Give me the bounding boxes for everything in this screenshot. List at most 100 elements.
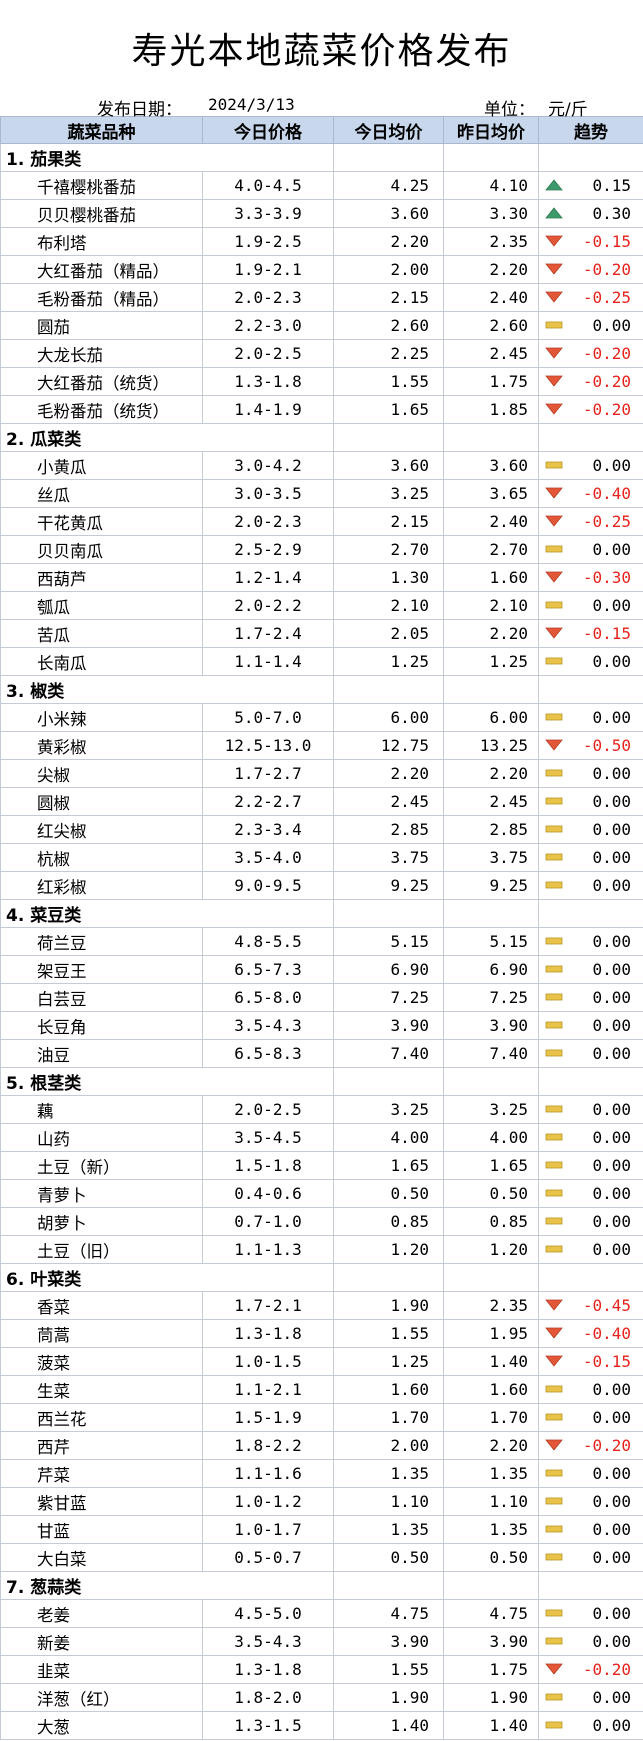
trend-change-value: 0.00 (592, 1604, 631, 1623)
trend-change-value: 0.00 (592, 792, 631, 811)
vegetable-name: 小黄瓜 (0, 451, 203, 480)
trend-cell: 0.00 (538, 1235, 643, 1264)
vegetable-name: 贝贝南瓜 (0, 535, 203, 564)
vegetable-name: 圆椒 (0, 787, 203, 816)
yesterday-average: 1.85 (443, 395, 539, 424)
trend-cell: 0.00 (538, 983, 643, 1012)
vegetable-name: 香菜 (0, 1291, 203, 1320)
today-average: 2.10 (333, 591, 444, 620)
trend-cell: -0.40 (538, 1319, 643, 1348)
yesterday-average: 2.45 (443, 339, 539, 368)
vegetable-name: 老姜 (0, 1599, 203, 1628)
trend-down-icon (545, 515, 563, 527)
header-row: 蔬菜品种 今日价格 今日均价 昨日均价 趋势 (0, 116, 643, 144)
vegetable-name: 胡萝卜 (0, 1207, 203, 1236)
trend-down-icon (545, 347, 563, 359)
header-variety: 蔬菜品种 (0, 116, 203, 144)
vegetable-name: 油豆 (0, 1039, 203, 1068)
today-average: 1.40 (333, 1711, 444, 1740)
yesterday-average: 13.25 (443, 731, 539, 760)
yesterday-average: 4.75 (443, 1599, 539, 1628)
today-price-range: 5.0-7.0 (202, 703, 334, 732)
trend-flat-icon (545, 965, 563, 973)
yesterday-average: 7.40 (443, 1039, 539, 1068)
today-price-range: 0.7-1.0 (202, 1207, 334, 1236)
today-price-range: 12.5-13.0 (202, 731, 334, 760)
today-average: 2.60 (333, 311, 444, 340)
trend-flat-icon (545, 1245, 563, 1253)
vegetable-name: 架豆王 (0, 955, 203, 984)
yesterday-average: 4.00 (443, 1123, 539, 1152)
category-cell-empty (443, 423, 539, 452)
table-row: 小米辣 5.0-7.0 6.00 6.00 0.00 (0, 703, 643, 732)
table-row: 尖椒 1.7-2.7 2.20 2.20 0.00 (0, 759, 643, 788)
table-row: 紫甘蓝 1.0-1.2 1.10 1.10 0.00 (0, 1487, 643, 1516)
trend-change-value: 0.00 (592, 1520, 631, 1539)
table-row: 丝瓜 3.0-3.5 3.25 3.65 -0.40 (0, 479, 643, 508)
trend-flat-icon (545, 1553, 563, 1561)
trend-change-value: -0.40 (582, 1324, 631, 1343)
vegetable-name: 杭椒 (0, 843, 203, 872)
today-average: 2.00 (333, 255, 444, 284)
category-cell-empty (538, 1263, 643, 1292)
trend-change-value: 0.00 (592, 1156, 631, 1175)
today-average: 2.45 (333, 787, 444, 816)
trend-down-icon (545, 1439, 563, 1451)
today-average: 1.35 (333, 1515, 444, 1544)
trend-cell: -0.15 (538, 227, 643, 256)
trend-cell: 0.00 (538, 1627, 643, 1656)
table-row: 大红番茄（统货） 1.3-1.8 1.55 1.75 -0.20 (0, 367, 643, 396)
category-name: 4. 菜豆类 (0, 899, 203, 928)
yesterday-average: 1.35 (443, 1515, 539, 1544)
today-average: 12.75 (333, 731, 444, 760)
table-row: 甘蓝 1.0-1.7 1.35 1.35 0.00 (0, 1515, 643, 1544)
today-average: 7.40 (333, 1039, 444, 1068)
trend-change-value: 0.00 (592, 596, 631, 615)
trend-change-value: -0.15 (582, 1352, 631, 1371)
unit-label: 单位： (484, 100, 535, 120)
trend-cell: -0.15 (538, 619, 643, 648)
today-price-range: 2.3-3.4 (202, 815, 334, 844)
category-cell-empty (333, 423, 444, 452)
table-row: 土豆（新） 1.5-1.8 1.65 1.65 0.00 (0, 1151, 643, 1180)
trend-cell: 0.00 (538, 1683, 643, 1712)
today-price-range: 3.5-4.3 (202, 1011, 334, 1040)
vegetable-name: 瓠瓜 (0, 591, 203, 620)
trend-change-value: -0.30 (582, 568, 631, 587)
vegetable-name: 尖椒 (0, 759, 203, 788)
today-average: 1.10 (333, 1487, 444, 1516)
yesterday-average: 6.90 (443, 955, 539, 984)
trend-up-icon (545, 179, 563, 191)
trend-down-icon (545, 235, 563, 247)
trend-cell: 0.00 (538, 1011, 643, 1040)
today-price-range: 1.0-1.7 (202, 1515, 334, 1544)
trend-change-value: 0.30 (592, 204, 631, 223)
today-average: 1.70 (333, 1403, 444, 1432)
table-row: 长豆角 3.5-4.3 3.90 3.90 0.00 (0, 1011, 643, 1040)
trend-change-value: 0.00 (592, 1212, 631, 1231)
table-row: 干花黄瓜 2.0-2.3 2.15 2.40 -0.25 (0, 507, 643, 536)
today-average: 2.15 (333, 507, 444, 536)
category-cell-empty (333, 143, 444, 172)
today-average: 0.85 (333, 1207, 444, 1236)
trend-cell: 0.00 (538, 1487, 643, 1516)
trend-change-value: 0.00 (592, 316, 631, 335)
today-price-range: 0.5-0.7 (202, 1543, 334, 1572)
table-row: 红尖椒 2.3-3.4 2.85 2.85 0.00 (0, 815, 643, 844)
today-price-range: 2.0-2.3 (202, 283, 334, 312)
trend-flat-icon (545, 1525, 563, 1533)
yesterday-average: 2.40 (443, 507, 539, 536)
vegetable-name: 丝瓜 (0, 479, 203, 508)
trend-change-value: 0.00 (592, 652, 631, 671)
trend-flat-icon (545, 545, 563, 553)
today-average: 3.75 (333, 843, 444, 872)
today-average: 9.25 (333, 871, 444, 900)
trend-cell: 0.00 (538, 871, 643, 900)
today-price-range: 1.3-1.5 (202, 1711, 334, 1740)
trend-change-value: 0.00 (592, 1128, 631, 1147)
trend-down-icon (545, 1355, 563, 1367)
today-price-range: 4.5-5.0 (202, 1599, 334, 1628)
trend-change-value: 0.00 (592, 1016, 631, 1035)
today-price-range: 4.0-4.5 (202, 171, 334, 200)
trend-change-value: -0.20 (582, 1660, 631, 1679)
